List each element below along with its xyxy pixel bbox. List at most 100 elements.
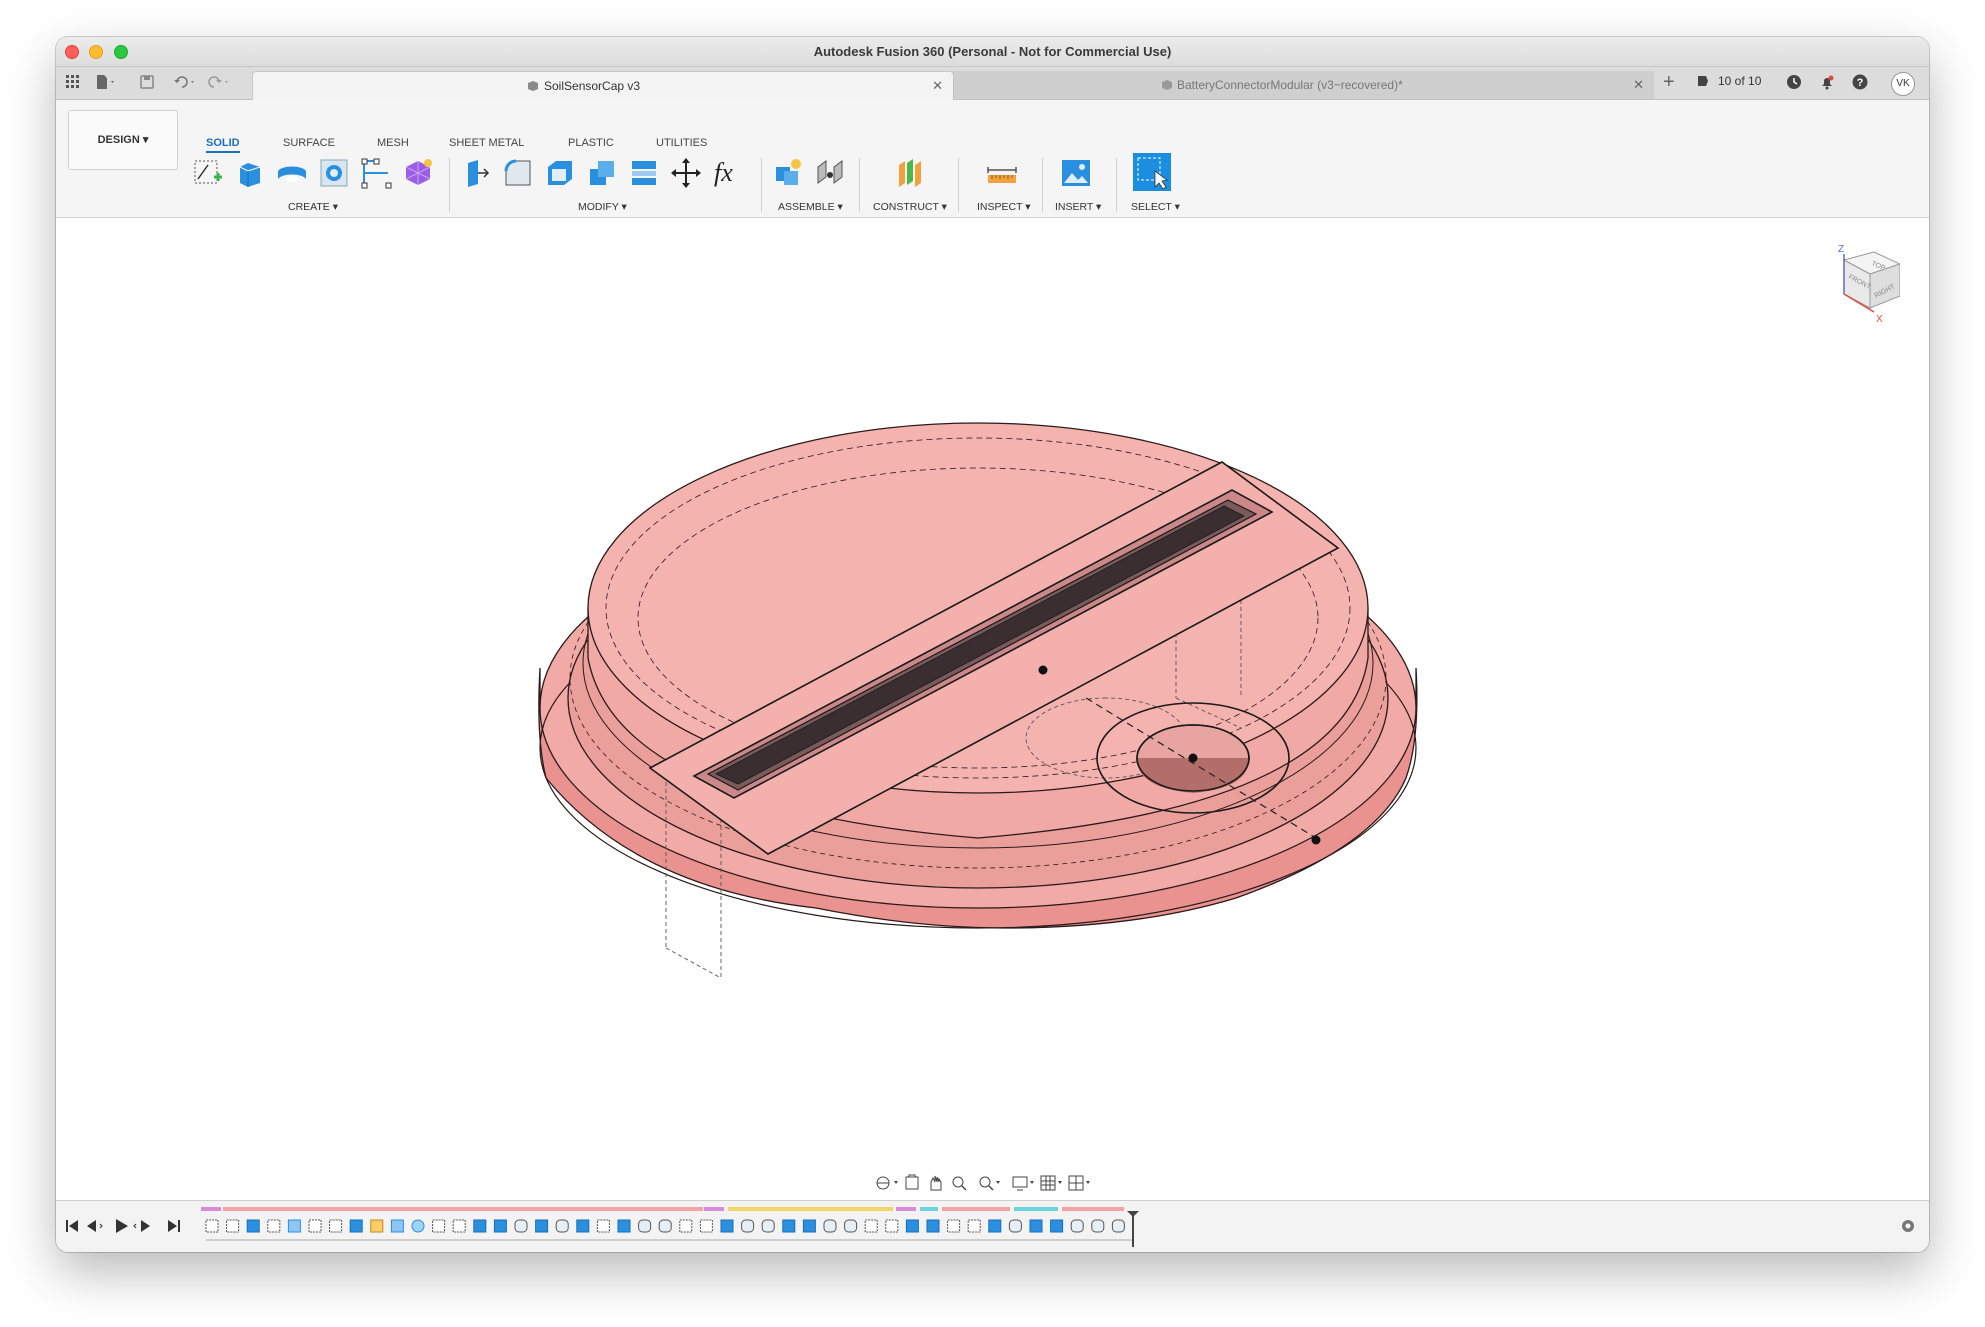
timeline-feature-icon[interactable] <box>390 1219 404 1233</box>
hole-icon[interactable] <box>318 157 348 187</box>
close-tab-icon[interactable]: ✕ <box>1633 77 1644 93</box>
timeline-feature-icon[interactable] <box>349 1219 363 1233</box>
look-at-icon[interactable] <box>905 1174 919 1190</box>
timeline-feature-icon[interactable] <box>720 1219 734 1233</box>
select-group-label[interactable]: SELECT ▾ <box>1131 201 1180 213</box>
timeline-feature-icon[interactable] <box>473 1219 487 1233</box>
timeline-feature-icon[interactable] <box>411 1219 425 1233</box>
construct-group-label[interactable]: CONSTRUCT ▾ <box>873 201 947 213</box>
canvas-viewport[interactable]: TOP FRONT RIGHT Z X <box>56 218 1929 1200</box>
timeline-feature-icon[interactable] <box>761 1219 775 1233</box>
timeline-feature-icon[interactable] <box>1008 1219 1022 1233</box>
joint-icon[interactable] <box>814 157 844 187</box>
timeline-feature-icon[interactable] <box>432 1219 446 1233</box>
model-soil-sensor-cap[interactable] <box>516 408 1496 1088</box>
go-to-end-icon[interactable] <box>168 1220 180 1232</box>
job-status-text[interactable]: 10 of 10 <box>1718 74 1761 88</box>
rectangular-pattern-icon[interactable] <box>360 157 392 189</box>
combine-icon[interactable] <box>586 157 616 187</box>
timeline-feature-icon[interactable] <box>741 1219 755 1233</box>
extrude-icon[interactable] <box>234 157 264 187</box>
timeline-feature-icon[interactable] <box>844 1219 858 1233</box>
fillet-icon[interactable] <box>502 157 532 187</box>
timeline-feature-icon[interactable] <box>947 1219 961 1233</box>
timeline-feature-icon[interactable] <box>576 1219 590 1233</box>
create-sketch-icon[interactable] <box>192 157 222 187</box>
tab-mesh[interactable]: MESH <box>377 137 409 149</box>
split-body-icon[interactable] <box>628 157 658 187</box>
timeline-feature-icon[interactable] <box>1029 1219 1043 1233</box>
undo-icon[interactable] <box>174 75 198 92</box>
revolve-icon[interactable] <box>276 157 306 187</box>
create-form-icon[interactable] <box>402 157 432 187</box>
tab-solid[interactable]: SOLID <box>206 137 240 153</box>
timeline-feature-icon[interactable] <box>617 1219 631 1233</box>
timeline-feature-icon[interactable] <box>1070 1219 1084 1233</box>
save-icon[interactable] <box>140 75 154 92</box>
timeline-feature-icon[interactable] <box>596 1219 610 1233</box>
app-grid-icon[interactable] <box>66 75 80 92</box>
timeline-feature-icon[interactable] <box>329 1219 343 1233</box>
new-component-icon[interactable] <box>772 157 802 187</box>
step-forward-icon[interactable] <box>133 1220 150 1232</box>
timeline-feature-icon[interactable] <box>885 1219 899 1233</box>
timeline-feature-icons[interactable] <box>205 1219 1125 1233</box>
timeline-feature-icon[interactable] <box>1050 1219 1064 1233</box>
timeline-feature-icon[interactable] <box>555 1219 569 1233</box>
play-icon[interactable] <box>116 1219 128 1233</box>
job-status-icon[interactable] <box>1696 74 1710 91</box>
assemble-group-label[interactable]: ASSEMBLE ▾ <box>778 201 843 213</box>
tab-surface[interactable]: SURFACE <box>283 137 335 149</box>
go-to-start-icon[interactable] <box>66 1220 78 1232</box>
timeline-feature-icon[interactable] <box>782 1219 796 1233</box>
press-pull-icon[interactable] <box>460 157 490 187</box>
move-copy-icon[interactable] <box>670 157 701 188</box>
tab-utilities[interactable]: UTILITIES <box>656 137 707 149</box>
clock-icon[interactable] <box>1786 74 1802 93</box>
create-group-label[interactable]: CREATE ▾ <box>288 201 338 213</box>
timeline-feature-icon[interactable] <box>926 1219 940 1233</box>
close-tab-icon[interactable]: ✕ <box>932 78 943 94</box>
measure-icon[interactable] <box>986 157 1017 187</box>
redo-icon[interactable] <box>208 75 232 92</box>
timeline-feature-icon[interactable] <box>658 1219 672 1233</box>
workspace-switcher[interactable]: DESIGN ▾ <box>68 110 178 170</box>
timeline-feature-icon[interactable] <box>308 1219 322 1233</box>
insert-group-label[interactable]: INSERT ▾ <box>1055 201 1101 213</box>
offset-plane-icon[interactable] <box>893 157 923 187</box>
shell-icon[interactable] <box>544 157 574 187</box>
tab-plastic[interactable]: PLASTIC <box>568 137 614 149</box>
timeline-feature-icon[interactable] <box>823 1219 837 1233</box>
fit-icon[interactable] <box>979 1176 1000 1191</box>
timeline-feature-icon[interactable] <box>246 1219 260 1233</box>
modify-group-label[interactable]: MODIFY ▾ <box>578 201 627 213</box>
timeline-feature-icon[interactable] <box>864 1219 878 1233</box>
display-settings-icon[interactable] <box>1012 1176 1034 1191</box>
timeline-feature-icon[interactable] <box>267 1219 281 1233</box>
tab-soilsensorcap[interactable]: SoilSensorCap v3 ✕ <box>252 71 954 100</box>
timeline-feature-icon[interactable] <box>988 1219 1002 1233</box>
timeline-feature-icon[interactable] <box>205 1219 219 1233</box>
timeline-marker-icon[interactable] <box>1127 1211 1139 1217</box>
inspect-group-label[interactable]: INSPECT ▾ <box>977 201 1031 213</box>
bell-icon[interactable] <box>1819 74 1835 93</box>
timeline-feature-icon[interactable] <box>287 1219 301 1233</box>
viewports-icon[interactable] <box>1068 1175 1090 1191</box>
timeline-feature-icon[interactable] <box>226 1219 240 1233</box>
timeline-feature-icon[interactable] <box>452 1219 466 1233</box>
timeline-feature-icon[interactable] <box>493 1219 507 1233</box>
timeline-feature-icon[interactable] <box>1091 1219 1105 1233</box>
step-back-icon[interactable] <box>87 1220 103 1232</box>
timeline-feature-icon[interactable] <box>514 1219 528 1233</box>
timeline-feature-icon[interactable] <box>802 1219 816 1233</box>
timeline-feature-icon[interactable] <box>1111 1219 1125 1233</box>
timeline-feature-icon[interactable] <box>535 1219 549 1233</box>
help-icon[interactable]: ? <box>1852 74 1868 93</box>
zoom-icon[interactable] <box>952 1176 967 1191</box>
timeline-feature-icon[interactable] <box>905 1219 919 1233</box>
pan-icon[interactable] <box>930 1175 942 1191</box>
timeline-feature-icon[interactable] <box>370 1219 384 1233</box>
tab-sheet-metal[interactable]: SHEET METAL <box>449 137 524 149</box>
insert-image-icon[interactable] <box>1060 157 1090 187</box>
orbit-icon[interactable] <box>876 1176 898 1190</box>
